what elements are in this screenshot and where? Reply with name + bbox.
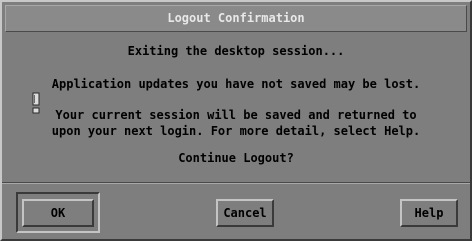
message-session-saved: Your current session will be saved and r…: [55, 108, 417, 122]
dialog-message-area: Exiting the desktop session... Applicati…: [5, 35, 467, 183]
button-separator: [2, 182, 470, 184]
message-more-detail: upon your next login. For more detail, s…: [51, 124, 421, 138]
exclamation-icon: [32, 92, 40, 114]
dialog-title[interactable]: Logout Confirmation: [5, 5, 467, 32]
cancel-button[interactable]: Cancel: [216, 199, 274, 227]
message-exiting: Exiting the desktop session...: [127, 44, 345, 58]
logout-confirmation-dialog: Logout Confirmation Exiting the desktop …: [0, 0, 472, 241]
message-continue-question: Continue Logout?: [178, 151, 294, 165]
help-button[interactable]: Help: [400, 199, 458, 227]
ok-button[interactable]: OK: [22, 199, 94, 227]
message-unsaved-warning: Application updates you have not saved m…: [51, 77, 421, 91]
